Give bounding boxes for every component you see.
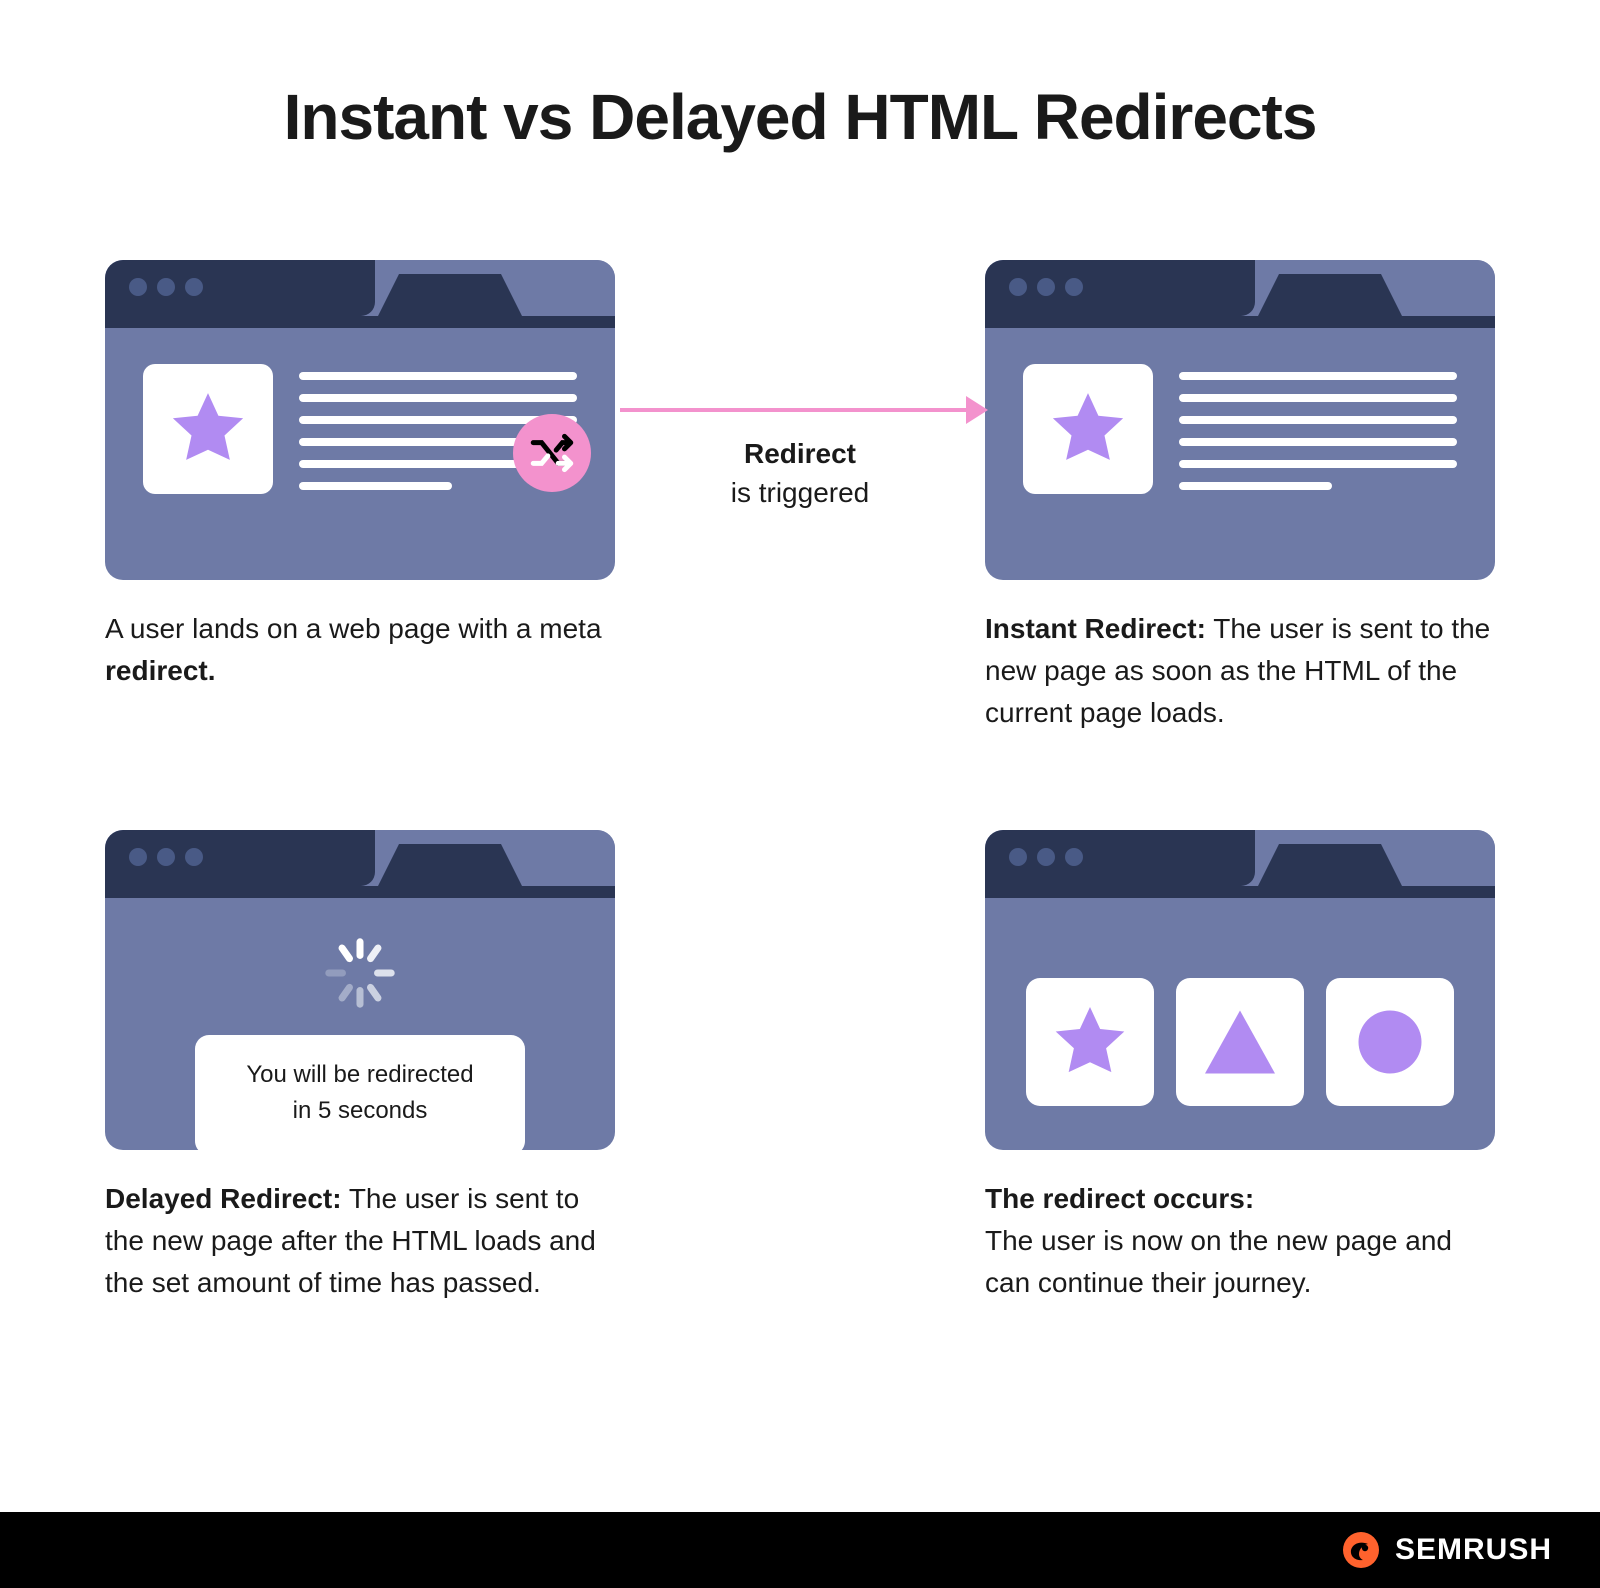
panel-delayed: You will be redirected in 5 seconds Dela… — [105, 830, 615, 1304]
arrow-label: Redirectis triggered — [600, 434, 1000, 512]
content-card — [1026, 978, 1154, 1106]
panel-occurs: The redirect occurs: The user is now on … — [985, 830, 1495, 1304]
browser-tabbar — [105, 260, 615, 316]
browser-window — [105, 260, 615, 580]
star-icon — [1045, 386, 1131, 472]
brand-name: SEMRUSH — [1395, 1533, 1552, 1567]
browser-window — [985, 260, 1495, 580]
panel-landing: A user lands on a web page with a meta r… — [105, 260, 615, 692]
spinner-icon — [321, 934, 399, 1012]
panel-caption: The redirect occurs: The user is now on … — [985, 1178, 1495, 1304]
semrush-logo-icon — [1341, 1530, 1381, 1570]
page-title: Instant vs Delayed HTML Redirects — [0, 0, 1600, 154]
panel-caption: A user lands on a web page with a meta r… — [105, 608, 615, 692]
browser-tabbar — [985, 260, 1495, 316]
star-icon — [1048, 1000, 1132, 1084]
browser-window: You will be redirected in 5 seconds — [105, 830, 615, 1150]
panel-caption: Instant Redirect: The user is sent to th… — [985, 608, 1495, 734]
page-thumbnail — [1023, 364, 1153, 494]
shapes-row — [1023, 934, 1457, 1106]
brand-footer: SEMRUSH — [0, 1512, 1600, 1588]
star-icon — [165, 386, 251, 472]
panel-instant: Instant Redirect: The user is sent to th… — [985, 260, 1495, 734]
infographic-canvas: Instant vs Delayed HTML Redirects — [0, 0, 1600, 1588]
window-controls — [129, 278, 203, 296]
circle-icon — [1348, 1000, 1432, 1084]
page-thumbnail — [143, 364, 273, 494]
shuffle-icon — [527, 428, 577, 478]
content-card — [1326, 978, 1454, 1106]
arrow-icon — [620, 408, 980, 412]
browser-window — [985, 830, 1495, 1150]
redirect-arrow: Redirectis triggered — [600, 408, 1000, 568]
browser-tabbar — [105, 830, 615, 886]
content-card — [1176, 978, 1304, 1106]
window-controls — [1009, 278, 1083, 296]
window-controls — [1009, 848, 1083, 866]
redirect-badge — [513, 414, 591, 492]
browser-tabbar — [985, 830, 1495, 886]
redirect-message: You will be redirected in 5 seconds — [195, 1035, 525, 1150]
panel-caption: Delayed Redirect: The user is sent to th… — [105, 1178, 615, 1304]
text-lines — [1179, 364, 1457, 504]
triangle-icon — [1198, 1000, 1282, 1084]
window-controls — [129, 848, 203, 866]
